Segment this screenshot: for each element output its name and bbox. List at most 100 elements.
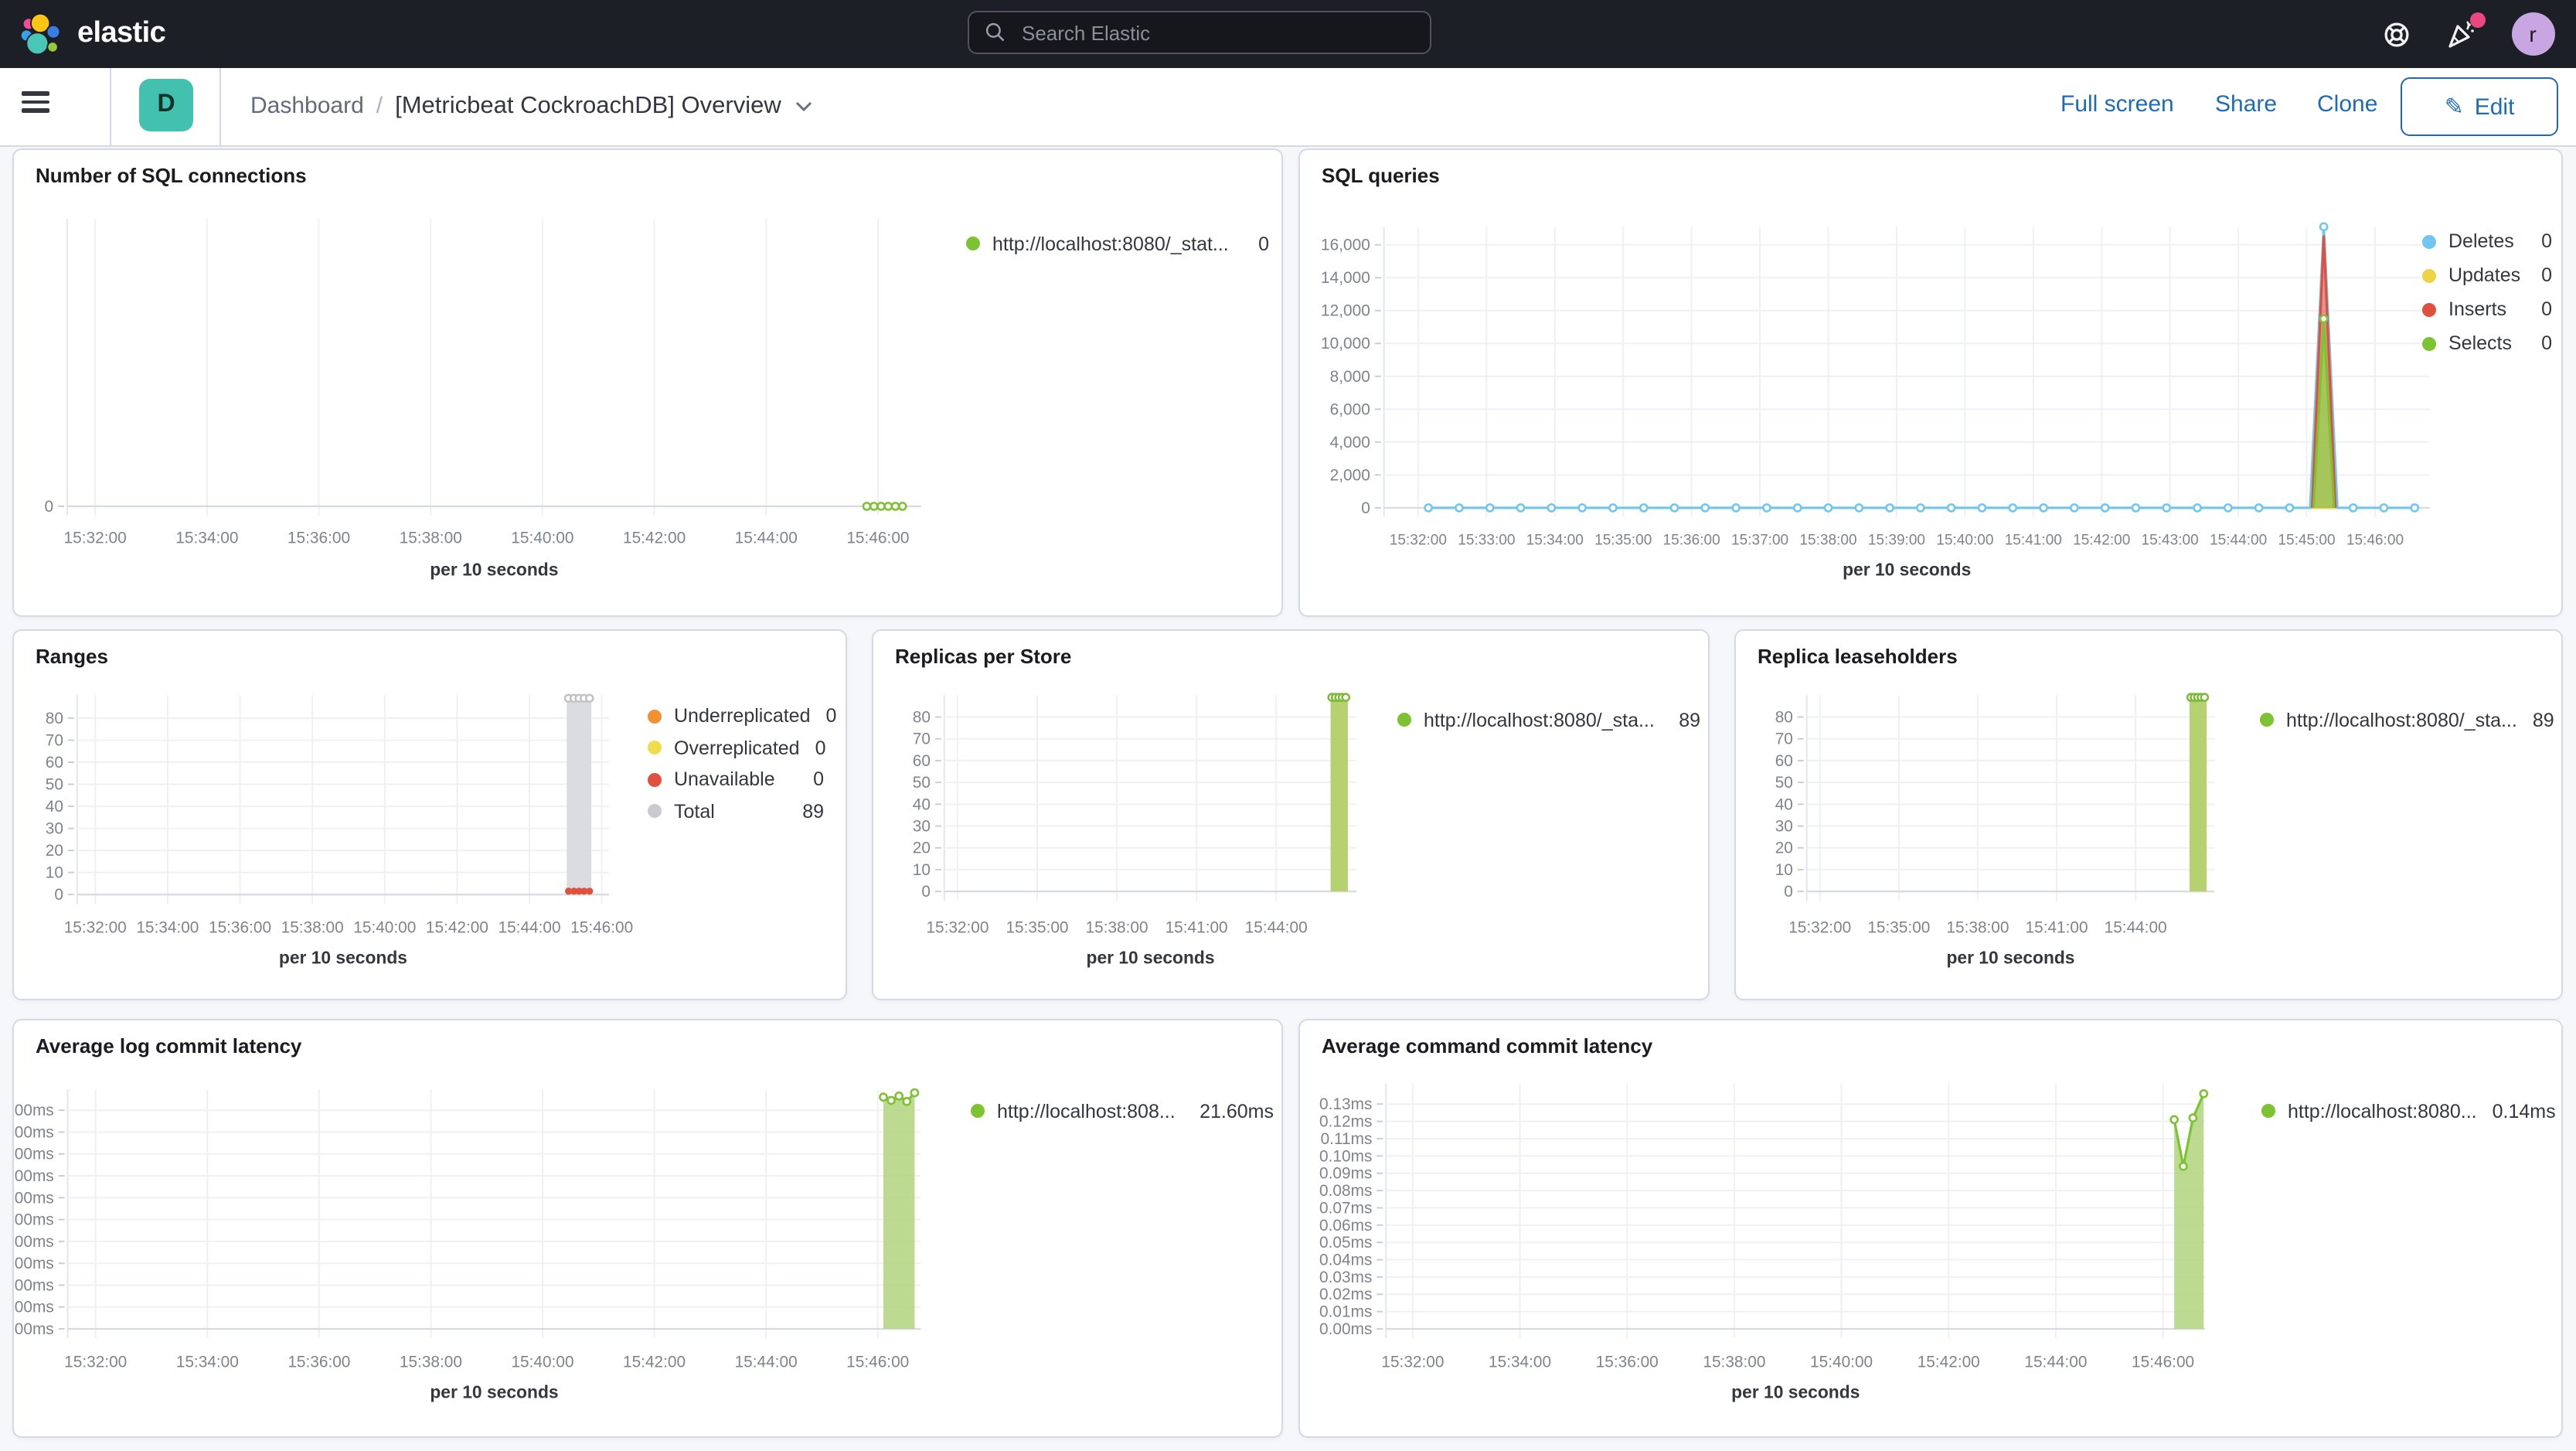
svg-text:0.00ms: 0.00ms: [1319, 1320, 1372, 1338]
svg-text:0.13ms: 0.13ms: [1319, 1095, 1372, 1113]
svg-text:50: 50: [1775, 774, 1793, 792]
legend-item[interactable]: http://localhost:8080/_stat... 0: [966, 227, 1269, 260]
svg-text:15:38:00: 15:38:00: [1703, 1354, 1765, 1371]
svg-text:0: 0: [1361, 499, 1370, 517]
svg-text:40: 40: [913, 795, 931, 813]
search-input[interactable]: [1019, 19, 1414, 46]
legend-value: 0: [2541, 332, 2552, 354]
svg-text:0.08ms: 0.08ms: [1319, 1182, 1372, 1200]
legend-dot: [966, 237, 980, 250]
legend-dot: [648, 709, 662, 724]
svg-text:40: 40: [46, 798, 63, 816]
help-icon[interactable]: [2381, 19, 2412, 49]
legend-item[interactable]: Deletes 0: [2422, 224, 2552, 258]
full-screen-button[interactable]: Full screen: [2060, 91, 2174, 118]
svg-text:15:42:00: 15:42:00: [2073, 533, 2130, 549]
svg-text:50: 50: [46, 775, 63, 793]
chart-sql-queries[interactable]: 15:32:00 15:33:00 15:34:00 15:35:00 15:36:00…: [1300, 150, 2561, 615]
chart-replicas-per-store[interactable]: 15:32:00 15:35:00 15:38:00 15:41:00 15:44:00…: [873, 631, 1708, 999]
panel-title: Average command commit latency: [1322, 1034, 1653, 1058]
svg-text:15:37:00: 15:37:00: [1731, 533, 1788, 549]
svg-text:15:43:00: 15:43:00: [2142, 533, 2199, 549]
svg-text:15:41:00: 15:41:00: [2026, 919, 2088, 937]
breadcrumb-dashboard-link[interactable]: Dashboard: [250, 94, 364, 120]
legend-dot: [971, 1104, 985, 1118]
svg-text:15:34:00: 15:34:00: [136, 919, 199, 937]
svg-text:30: 30: [46, 820, 63, 838]
legend-item[interactable]: Selects 0: [2422, 326, 2552, 360]
svg-text:15:32:00: 15:32:00: [1788, 919, 1851, 937]
svg-text:0: 0: [1784, 883, 1793, 901]
legend-value: 0: [813, 768, 824, 791]
svg-text:10: 10: [46, 864, 63, 882]
global-search[interactable]: [968, 11, 1431, 54]
clone-button[interactable]: Clone: [2317, 91, 2377, 118]
breadcrumb-separator: /: [376, 93, 383, 120]
svg-text:15:32:00: 15:32:00: [64, 1354, 127, 1371]
svg-text:80: 80: [913, 708, 931, 726]
edit-button[interactable]: ✎ Edit: [2401, 77, 2558, 136]
svg-text:15:34:00: 15:34:00: [1526, 533, 1584, 549]
legend-item[interactable]: Updates 0: [2422, 258, 2552, 292]
legend-dot: [2422, 234, 2436, 248]
svg-text:15:35:00: 15:35:00: [1594, 533, 1652, 549]
legend-item[interactable]: http://localhost:8080... 0.14ms: [2261, 1095, 2556, 1127]
legend-item[interactable]: Unavailable 0: [648, 764, 824, 795]
svg-text:15:46:00: 15:46:00: [846, 530, 909, 547]
dashboard-app-badge[interactable]: D: [139, 79, 193, 131]
svg-text:50: 50: [913, 774, 931, 792]
svg-text:15:46:00: 15:46:00: [846, 1354, 909, 1371]
svg-text:6.00ms: 6.00ms: [14, 1255, 54, 1272]
svg-text:10: 10: [1775, 861, 1793, 879]
svg-text:15:38:00: 15:38:00: [1799, 533, 1856, 549]
legend-item[interactable]: Inserts 0: [2422, 292, 2552, 326]
header-actions: r: [2381, 0, 2554, 68]
legend-value: 0: [825, 705, 837, 727]
svg-text:30: 30: [913, 817, 931, 835]
svg-text:0.02ms: 0.02ms: [1319, 1286, 1372, 1303]
chart-log-commit-latency[interactable]: 15:32:00 15:34:00 15:36:00 15:38:00 15:40:00…: [14, 1020, 1281, 1436]
svg-text:per 10 seconds: per 10 seconds: [1843, 559, 1971, 579]
svg-text:15:32:00: 15:32:00: [64, 530, 127, 547]
svg-text:0.10ms: 0.10ms: [1319, 1147, 1372, 1165]
legend-item[interactable]: http://localhost:8080/_sta... 89: [1397, 703, 1700, 736]
newsfeed-icon[interactable]: [2446, 12, 2485, 49]
chevron-down-icon[interactable]: [795, 100, 814, 113]
svg-text:15:38:00: 15:38:00: [400, 1354, 462, 1371]
avatar[interactable]: r: [2511, 12, 2554, 56]
svg-text:15:38:00: 15:38:00: [1086, 919, 1148, 937]
svg-text:15:32:00: 15:32:00: [64, 919, 127, 937]
legend-label: Updates: [2448, 264, 2521, 286]
svg-text:0: 0: [44, 498, 53, 516]
menu-icon[interactable]: [22, 91, 49, 113]
svg-text:0.09ms: 0.09ms: [1319, 1165, 1372, 1183]
panel-title: Number of SQL connections: [36, 164, 307, 187]
chart-command-commit-latency[interactable]: 15:32:00 15:34:00 15:36:00 15:38:00 15:40:00…: [1300, 1020, 2561, 1436]
svg-text:15:32:00: 15:32:00: [1390, 533, 1447, 549]
svg-text:20.00ms: 20.00ms: [14, 1102, 54, 1119]
svg-text:0.05ms: 0.05ms: [1319, 1234, 1372, 1252]
svg-text:15:44:00: 15:44:00: [499, 919, 561, 937]
svg-text:18.00ms: 18.00ms: [14, 1123, 54, 1141]
chart-sql-connections[interactable]: 15:32:00 15:34:00 15:36:00 15:38:00 15:40:00…: [14, 150, 1281, 615]
legend-item[interactable]: http://localhost:808... 21.60ms: [971, 1095, 1274, 1127]
elastic-brand[interactable]: elastic: [19, 11, 166, 57]
legend-item[interactable]: Total 89: [648, 795, 824, 827]
legend-label: http://localhost:8080/_sta...: [2286, 709, 2517, 731]
svg-text:per 10 seconds: per 10 seconds: [1087, 947, 1215, 967]
legend-dot: [2422, 268, 2436, 282]
breadcrumb: Dashboard / [Metricbeat CockroachDB] Ove…: [250, 68, 814, 145]
legend-value: 0: [2541, 264, 2552, 286]
svg-text:12,000: 12,000: [1321, 302, 1370, 320]
legend-dot: [1397, 713, 1411, 727]
legend-item[interactable]: Overreplicated 0: [648, 732, 826, 764]
legend-item[interactable]: http://localhost:8080/_sta... 89: [2260, 703, 2554, 736]
svg-text:15:39:00: 15:39:00: [1868, 533, 1925, 549]
chart-replica-leaseholders[interactable]: 15:32:00 15:35:00 15:38:00 15:41:00 15:44:00…: [1736, 631, 2561, 999]
legend-item[interactable]: Underreplicated 0: [648, 700, 836, 732]
svg-text:20: 20: [1775, 840, 1793, 857]
legend-label: Inserts: [2448, 298, 2507, 320]
svg-text:8,000: 8,000: [1330, 368, 1370, 386]
share-button[interactable]: Share: [2215, 91, 2277, 118]
kibana-dashboard-app: elastic Search Elastic r D Dashboard / […: [0, 0, 2576, 1451]
